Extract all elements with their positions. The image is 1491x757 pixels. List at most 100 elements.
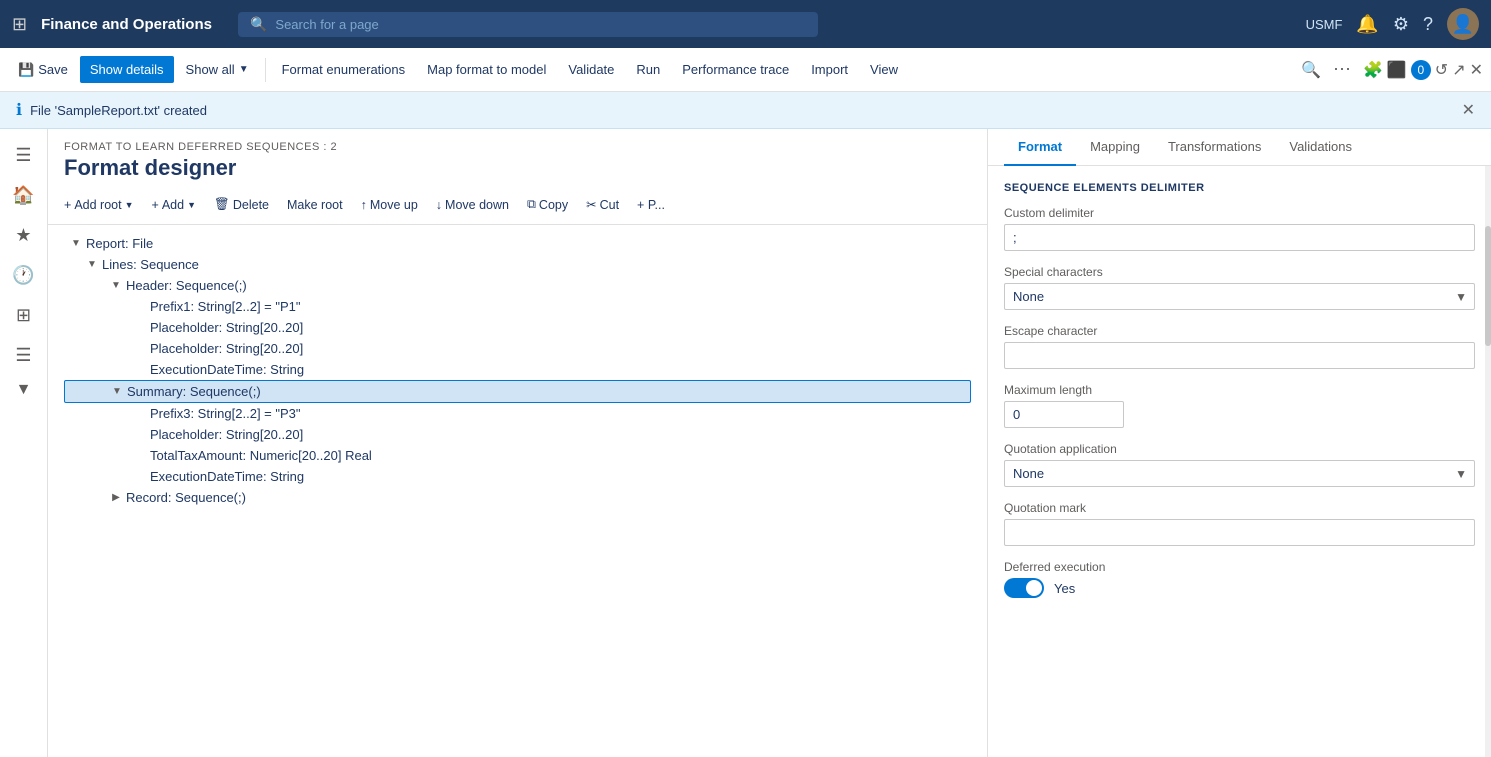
topbar-right: USMF 🔔 ⚙ ? 👤 bbox=[1306, 8, 1479, 40]
tab-mapping[interactable]: Mapping bbox=[1076, 129, 1154, 166]
tab-transformations[interactable]: Transformations bbox=[1154, 129, 1275, 166]
save-button[interactable]: 💾 Save bbox=[8, 56, 78, 84]
performance-trace-button[interactable]: Performance trace bbox=[672, 56, 799, 83]
more-options-icon[interactable]: ⋯ bbox=[1325, 55, 1359, 84]
tree-item[interactable]: Prefix1: String[2..2] = "P1" bbox=[64, 296, 971, 317]
tree-item[interactable]: Placeholder: String[20..20] bbox=[64, 317, 971, 338]
format-enumerations-button[interactable]: Format enumerations bbox=[272, 56, 416, 83]
copy-icon: ⧉ bbox=[527, 197, 536, 212]
arrow-icon: ▼ bbox=[84, 259, 100, 270]
save-icon: 💾 bbox=[18, 62, 34, 78]
toggle-knob bbox=[1026, 580, 1042, 596]
search-bar[interactable]: 🔍 bbox=[238, 12, 818, 37]
special-characters-label: Special characters bbox=[1004, 265, 1475, 279]
sidebar-list-icon[interactable]: ☰ bbox=[6, 337, 42, 373]
tab-validations[interactable]: Validations bbox=[1275, 129, 1366, 166]
office-icon[interactable]: ⬛ bbox=[1387, 60, 1407, 80]
copy-button[interactable]: ⧉ Copy bbox=[519, 193, 576, 216]
field-quotation-mark: Quotation mark bbox=[1004, 501, 1475, 546]
move-down-button[interactable]: ↓ Move down bbox=[428, 194, 517, 216]
tree-item[interactable]: Placeholder: String[20..20] bbox=[64, 338, 971, 359]
arrow-icon: ▼ bbox=[109, 386, 125, 397]
help-icon[interactable]: ? bbox=[1423, 14, 1433, 35]
tree-item[interactable]: ▶ Record: Sequence(;) bbox=[64, 487, 971, 508]
tree-item[interactable]: Placeholder: String[20..20] bbox=[64, 424, 971, 445]
tree-item[interactable]: ▼ Lines: Sequence bbox=[64, 254, 971, 275]
delete-button[interactable]: 🗑 Delete bbox=[206, 193, 277, 216]
notification-message: File 'SampleReport.txt' created bbox=[30, 103, 207, 118]
tab-format[interactable]: Format bbox=[1004, 129, 1076, 166]
separator-1 bbox=[265, 58, 266, 82]
close-icon[interactable]: ✕ bbox=[1470, 60, 1483, 80]
search-cmd-icon[interactable]: 🔍 bbox=[1301, 60, 1321, 80]
notification-close-icon[interactable]: ✕ bbox=[1462, 100, 1475, 120]
sidebar-grid-icon[interactable]: ⊞ bbox=[6, 297, 42, 333]
sidebar-home-icon[interactable]: 🏠 bbox=[6, 177, 42, 213]
deferred-execution-value: Yes bbox=[1054, 581, 1075, 596]
validate-button[interactable]: Validate bbox=[558, 56, 624, 83]
cut-button[interactable]: ✂ Cut bbox=[578, 193, 627, 216]
filter-icon[interactable]: ▼ bbox=[12, 377, 36, 403]
maximum-length-input[interactable] bbox=[1004, 401, 1124, 428]
move-up-icon: ↑ bbox=[361, 198, 367, 212]
grid-icon[interactable]: ⊞ bbox=[12, 14, 27, 35]
open-icon[interactable]: ↗ bbox=[1452, 60, 1465, 80]
import-button[interactable]: Import bbox=[801, 56, 858, 83]
tree-item-selected[interactable]: ▼ Summary: Sequence(;) bbox=[64, 380, 971, 403]
arrow-icon: ▶ bbox=[108, 492, 124, 503]
paste-button[interactable]: + P... bbox=[629, 194, 673, 216]
page-subtitle: FORMAT TO LEARN DEFERRED SEQUENCES : 2 bbox=[64, 141, 971, 153]
add-button[interactable]: + Add ▼ bbox=[144, 194, 204, 216]
special-characters-select[interactable]: None bbox=[1004, 283, 1475, 310]
settings-icon[interactable]: ⚙ bbox=[1393, 14, 1409, 35]
arrow-icon bbox=[132, 408, 148, 419]
quotation-application-label: Quotation application bbox=[1004, 442, 1475, 456]
commandbar: 💾 Save Show details Show all ▼ Format en… bbox=[0, 48, 1491, 92]
chevron-down-icon: ▼ bbox=[239, 64, 249, 75]
sidebar-star-icon[interactable]: ★ bbox=[6, 217, 42, 253]
scrollbar-track[interactable] bbox=[1485, 166, 1491, 757]
map-format-button[interactable]: Map format to model bbox=[417, 56, 556, 83]
escape-character-input[interactable] bbox=[1004, 342, 1475, 369]
view-button[interactable]: View bbox=[860, 56, 908, 83]
search-input[interactable] bbox=[275, 17, 806, 32]
right-tabs: Format Mapping Transformations Validatio… bbox=[988, 129, 1491, 166]
quotation-mark-input[interactable] bbox=[1004, 519, 1475, 546]
tree-item[interactable]: ExecutionDateTime: String bbox=[64, 359, 971, 380]
notifications-icon[interactable]: 🔔 bbox=[1356, 14, 1378, 35]
arrow-icon bbox=[132, 343, 148, 354]
show-details-button[interactable]: Show details bbox=[80, 56, 174, 83]
custom-delimiter-input[interactable] bbox=[1004, 224, 1475, 251]
main-layout: ☰ 🏠 ★ 🕐 ⊞ ☰ ▼ FORMAT TO LEARN DEFERRED S… bbox=[0, 129, 1491, 757]
right-panel: Format Mapping Transformations Validatio… bbox=[988, 129, 1491, 757]
badge-icon[interactable]: 0 bbox=[1411, 60, 1431, 80]
deferred-execution-toggle[interactable] bbox=[1004, 578, 1044, 598]
run-button[interactable]: Run bbox=[626, 56, 670, 83]
scrollbar-thumb[interactable] bbox=[1485, 226, 1491, 346]
tree-item[interactable]: ▼ Header: Sequence(;) bbox=[64, 275, 971, 296]
search-icon: 🔍 bbox=[250, 16, 267, 33]
move-up-button[interactable]: ↑ Move up bbox=[353, 194, 426, 216]
puzzle-icon[interactable]: 🧩 bbox=[1363, 60, 1383, 80]
avatar[interactable]: 👤 bbox=[1447, 8, 1479, 40]
refresh-icon[interactable]: ↺ bbox=[1435, 60, 1448, 80]
add-root-button[interactable]: + Add root ▼ bbox=[56, 194, 142, 216]
show-all-button[interactable]: Show all ▼ bbox=[176, 56, 259, 83]
tree-item[interactable]: ▼ Report: File bbox=[64, 233, 971, 254]
tree-item[interactable]: TotalTaxAmount: Numeric[20..20] Real bbox=[64, 445, 971, 466]
chevron-down-small-icon-2: ▼ bbox=[187, 200, 196, 210]
page-title: Format designer bbox=[64, 155, 971, 181]
maximum-length-label: Maximum length bbox=[1004, 383, 1475, 397]
tree-item[interactable]: ExecutionDateTime: String bbox=[64, 466, 971, 487]
tree-item[interactable]: Prefix3: String[2..2] = "P3" bbox=[64, 403, 971, 424]
sidebar-hamburger-icon[interactable]: ☰ bbox=[6, 137, 42, 173]
arrow-icon bbox=[132, 471, 148, 482]
make-root-button[interactable]: Make root bbox=[279, 194, 351, 216]
sidebar-recent-icon[interactable]: 🕐 bbox=[6, 257, 42, 293]
user-label: USMF bbox=[1306, 17, 1343, 32]
arrow-icon: ▼ bbox=[68, 238, 84, 249]
field-quotation-application: Quotation application None ▼ bbox=[1004, 442, 1475, 487]
section-title: SEQUENCE ELEMENTS DELIMITER bbox=[1004, 182, 1475, 194]
quotation-application-select[interactable]: None bbox=[1004, 460, 1475, 487]
move-down-icon: ↓ bbox=[436, 198, 442, 212]
